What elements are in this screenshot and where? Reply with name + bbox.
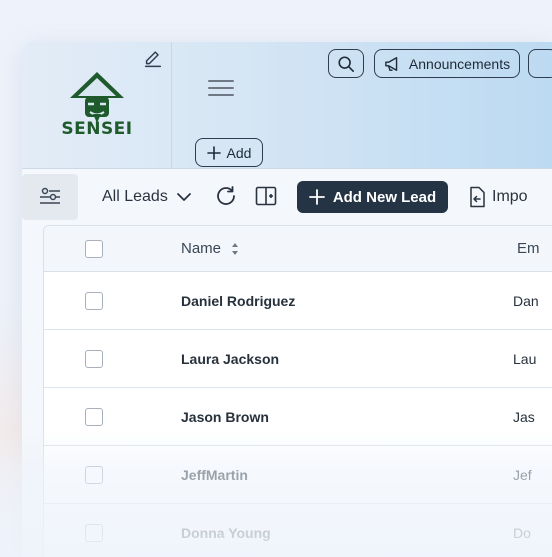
column-settings-icon[interactable] (254, 184, 278, 208)
search-icon (338, 55, 355, 72)
lead-name: Jason Brown (181, 409, 269, 425)
app-window: SENSEI Announcements Add All Leads Add N… (22, 42, 552, 557)
table-header: Name Em (44, 226, 552, 272)
leads-view-select[interactable]: All Leads (102, 183, 192, 211)
row-checkbox[interactable] (85, 350, 103, 368)
chevron-down-icon (176, 193, 191, 201)
row-checkbox[interactable] (85, 408, 103, 426)
filter-sliders-icon (40, 187, 60, 204)
column-header-name[interactable]: Name (181, 240, 239, 257)
leads-table: Name Em Daniel Rodriguez Dan Laura Jacks… (43, 225, 552, 557)
menu-toggle-icon[interactable] (200, 70, 240, 106)
lead-name: Daniel Rodriguez (181, 293, 296, 309)
plus-icon (206, 145, 221, 160)
table-row[interactable]: Jason Brown Jas (44, 388, 552, 446)
row-checkbox[interactable] (85, 524, 103, 542)
table-row[interactable]: Donna Young Do (44, 504, 552, 557)
lead-email: Do (513, 525, 531, 541)
brand-name: SENSEI (61, 119, 133, 139)
filter-button[interactable] (22, 174, 78, 220)
lead-email: Dan (513, 293, 539, 309)
logo-panel: SENSEI (22, 42, 172, 169)
import-button[interactable]: Impo (468, 183, 528, 211)
table-row[interactable]: Laura Jackson Lau (44, 330, 552, 388)
search-button[interactable] (328, 49, 364, 78)
import-label: Impo (492, 188, 528, 205)
top-header: SENSEI Announcements Add (22, 42, 552, 169)
plus-icon (308, 189, 325, 205)
view-select-value: All Leads (102, 188, 168, 205)
row-checkbox[interactable] (85, 292, 103, 310)
announcements-label: Announcements (408, 55, 511, 72)
lead-email: Lau (513, 351, 537, 367)
add-new-lead-button[interactable]: Add New Lead (297, 181, 448, 213)
table-row[interactable]: Daniel Rodriguez Dan (44, 272, 552, 330)
table-row[interactable]: JeffMartin Jef (44, 446, 552, 504)
header-overflow-button[interactable] (528, 49, 552, 78)
sort-icon (232, 242, 239, 255)
row-checkbox[interactable] (85, 466, 103, 484)
sensei-logo-icon (70, 72, 124, 123)
refresh-icon[interactable] (214, 184, 238, 208)
lead-email: Jef (513, 467, 532, 483)
add-new-lead-label: Add New Lead (332, 188, 437, 206)
add-button[interactable]: Add (195, 138, 263, 167)
column-name-label: Name (181, 240, 222, 257)
megaphone-icon (385, 56, 398, 71)
lead-email: Jas (513, 409, 535, 425)
select-all-checkbox[interactable] (85, 240, 103, 258)
lead-name: Laura Jackson (181, 351, 280, 367)
lead-name: Donna Young (181, 525, 271, 541)
add-label: Add (226, 144, 252, 161)
column-header-email[interactable]: Em (517, 240, 540, 257)
import-file-icon (470, 186, 485, 208)
leads-toolbar: All Leads Add New Lead Impo (22, 169, 552, 225)
lead-name: JeffMartin (181, 467, 248, 483)
background-glow (0, 300, 22, 557)
announcements-button[interactable]: Announcements (374, 49, 520, 78)
edit-icon[interactable] (142, 48, 164, 70)
